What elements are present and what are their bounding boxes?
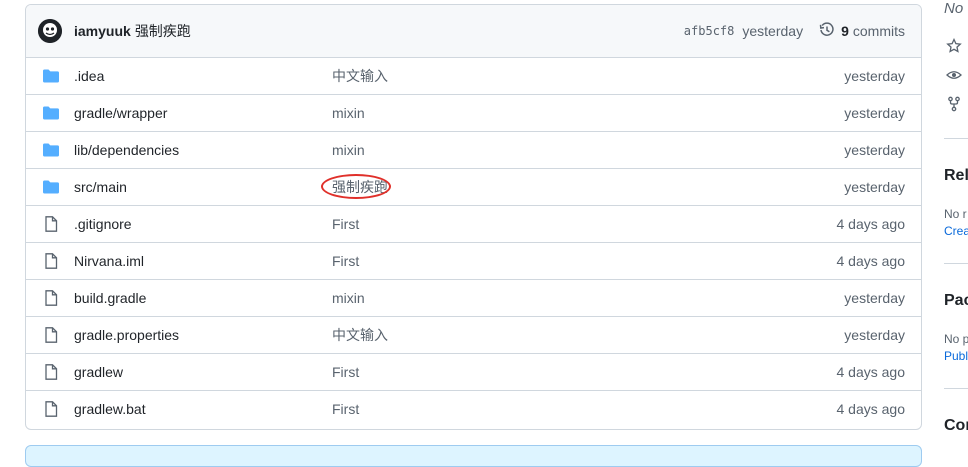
latest-commit-bar: iamyuuk 强制疾跑 afb5cf8 yesterday 9 commits — [26, 5, 921, 58]
file-icon — [42, 290, 60, 306]
file-row[interactable]: build.gradle mixin yesterday — [26, 280, 921, 317]
file-commit-age: yesterday — [844, 105, 905, 121]
star-icon[interactable] — [946, 37, 962, 54]
commit-sha[interactable]: afb5cf8 — [684, 24, 735, 38]
file-name-link[interactable]: gradle.properties — [74, 327, 179, 343]
file-commit-age: 4 days ago — [836, 253, 906, 269]
file-icon — [42, 327, 60, 343]
file-commit-message[interactable]: First — [332, 364, 359, 380]
publish-package-link[interactable]: Publ — [944, 349, 968, 363]
file-row[interactable]: gradlew.bat First 4 days ago — [26, 391, 921, 427]
file-name-link[interactable]: build.gradle — [74, 290, 146, 306]
file-icon — [42, 364, 60, 380]
file-name-link[interactable]: gradlew.bat — [74, 401, 146, 417]
create-release-link[interactable]: Crea — [944, 224, 968, 238]
file-commit-age: 4 days ago — [836, 401, 906, 417]
sidebar-divider — [944, 138, 968, 139]
sidebar-divider — [944, 388, 968, 389]
fork-icon[interactable] — [946, 96, 962, 112]
avatar[interactable] — [38, 19, 62, 43]
file-row[interactable]: .idea 中文输入 yesterday — [26, 58, 921, 95]
file-commit-message[interactable]: 中文输入 — [332, 325, 388, 345]
readme-banner — [25, 445, 922, 467]
folder-icon — [42, 68, 60, 84]
packages-text: No p — [944, 332, 968, 346]
commit-message[interactable]: 强制疾跑 — [135, 21, 191, 41]
file-row[interactable]: gradle.properties 中文输入 yesterday — [26, 317, 921, 354]
file-row[interactable]: Nirvana.iml First 4 days ago — [26, 243, 921, 280]
packages-heading[interactable]: Pac — [944, 292, 968, 310]
file-commit-message[interactable]: First — [332, 216, 359, 232]
sidebar-divider — [944, 263, 968, 264]
file-commit-message[interactable]: mixin — [332, 105, 365, 121]
file-commit-message[interactable]: 中文输入 — [332, 66, 388, 86]
file-commit-age: yesterday — [844, 290, 905, 306]
file-icon — [42, 216, 60, 232]
file-commit-message[interactable]: mixin — [332, 142, 365, 158]
folder-icon — [42, 105, 60, 121]
file-commit-age: yesterday — [844, 68, 905, 84]
file-name-link[interactable]: gradle/wrapper — [74, 105, 167, 121]
file-name-link[interactable]: src/main — [74, 179, 127, 195]
file-icon — [42, 253, 60, 269]
file-row[interactable]: gradlew First 4 days ago — [26, 354, 921, 391]
file-commit-age: yesterday — [844, 327, 905, 343]
commit-author[interactable]: iamyuuk — [74, 23, 131, 39]
file-row[interactable]: src/main 强制疾跑 yesterday — [26, 169, 921, 206]
file-commit-message[interactable]: First — [332, 253, 359, 269]
file-name-link[interactable]: lib/dependencies — [74, 142, 179, 158]
file-name-link[interactable]: gradlew — [74, 364, 123, 380]
file-commit-age: 4 days ago — [836, 216, 906, 232]
file-commit-age: yesterday — [844, 142, 905, 158]
history-icon — [819, 21, 835, 41]
folder-icon — [42, 179, 60, 195]
eye-icon[interactable] — [946, 67, 962, 83]
commits-history-link[interactable]: 9 commits — [819, 21, 905, 41]
commit-time: yesterday — [742, 23, 804, 39]
file-commit-age: yesterday — [844, 179, 905, 195]
file-commit-message[interactable]: mixin — [332, 290, 365, 306]
sidebar: No Rele No r Crea Pac No p Publ Cor — [944, 0, 968, 453]
file-name-link[interactable]: Nirvana.iml — [74, 253, 144, 269]
file-commit-message[interactable]: First — [332, 401, 359, 417]
file-row[interactable]: lib/dependencies mixin yesterday — [26, 132, 921, 169]
contributors-heading[interactable]: Cor — [944, 417, 968, 435]
file-commit-message[interactable]: 强制疾跑 — [332, 177, 388, 197]
file-commit-age: 4 days ago — [836, 364, 906, 380]
commit-count: 9 — [841, 23, 849, 39]
about-description: No — [944, 0, 964, 17]
file-browser: iamyuuk 强制疾跑 afb5cf8 yesterday 9 commits… — [25, 4, 922, 430]
file-name-link[interactable]: .gitignore — [74, 216, 132, 232]
file-row[interactable]: .gitignore First 4 days ago — [26, 206, 921, 243]
releases-text: No r — [944, 207, 967, 221]
folder-icon — [42, 142, 60, 158]
releases-heading[interactable]: Rele — [944, 167, 968, 185]
file-icon — [42, 401, 60, 417]
file-name-link[interactable]: .idea — [74, 68, 104, 84]
commits-label: commits — [852, 23, 905, 39]
file-list: .idea 中文输入 yesterday gradle/wrapper mixin yes… — [26, 58, 921, 427]
file-row[interactable]: gradle/wrapper mixin yesterday — [26, 95, 921, 132]
